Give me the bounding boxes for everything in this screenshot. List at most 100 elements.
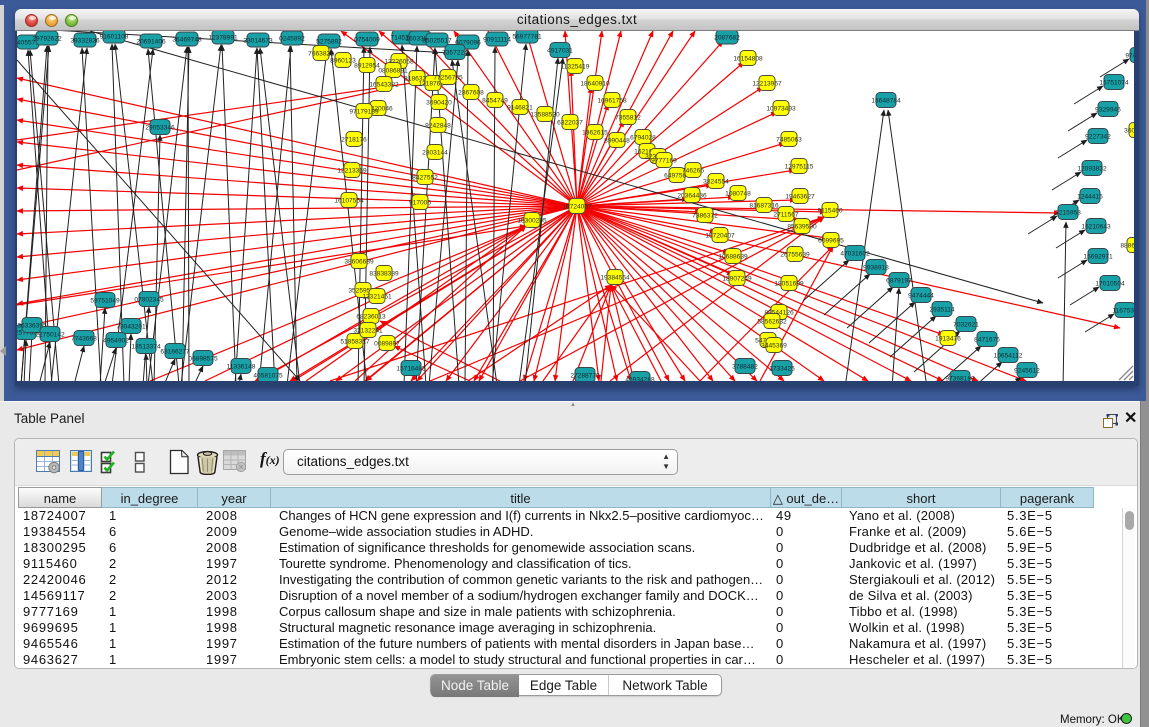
svg-text:18640910: 18640910: [580, 80, 610, 87]
svg-text:58562632: 58562632: [757, 318, 787, 325]
svg-text:26755639: 26755639: [780, 251, 810, 258]
svg-text:51858317: 51858317: [340, 338, 370, 345]
svg-text:2935114: 2935114: [929, 306, 955, 313]
svg-text:15720407: 15720407: [705, 232, 735, 239]
svg-text:11336148: 11336148: [227, 363, 256, 370]
svg-text:917006: 917006: [409, 199, 431, 206]
svg-text:2803144: 2803144: [422, 149, 448, 156]
svg-text:7355812: 7355812: [615, 114, 641, 121]
svg-text:8990448: 8990448: [604, 137, 630, 144]
svg-text:4954902: 4954902: [103, 337, 129, 344]
svg-text:2087682: 2087682: [714, 34, 740, 41]
svg-text:15716485: 15716485: [396, 365, 426, 372]
svg-text:9227342: 9227342: [1085, 133, 1111, 140]
svg-text:0754009: 0754009: [354, 36, 380, 43]
svg-text:18907249: 18907249: [722, 275, 752, 282]
svg-text:9242848: 9242848: [425, 122, 451, 129]
svg-text:18051699: 18051699: [774, 280, 804, 287]
svg-text:85025517: 85025517: [422, 37, 452, 44]
svg-text:40581075: 40581075: [253, 372, 283, 379]
svg-text:16107554: 16107554: [334, 197, 364, 204]
svg-text:29792622: 29792622: [32, 35, 62, 42]
svg-text:3445369: 3445369: [761, 342, 787, 349]
svg-text:15692971: 15692971: [1083, 253, 1113, 260]
svg-text:7663822: 7663822: [308, 50, 334, 57]
svg-text:29053346: 29053346: [145, 124, 175, 131]
svg-text:16648784: 16648784: [871, 97, 901, 104]
svg-text:91601108: 91601108: [100, 33, 129, 40]
svg-text:3690420: 3690420: [426, 99, 452, 106]
svg-text:3601444: 3601444: [1124, 127, 1134, 134]
svg-text:6794028: 6794028: [630, 134, 656, 141]
svg-text:33014673: 33014673: [243, 37, 273, 44]
svg-text:8454749: 8454749: [482, 97, 508, 104]
svg-text:18724007: 18724007: [562, 203, 592, 210]
svg-text:2718176: 2718176: [341, 136, 367, 143]
svg-text:0245892: 0245892: [279, 35, 305, 42]
svg-text:12093832: 12093832: [1077, 165, 1107, 172]
svg-text:20364436: 20364436: [677, 192, 707, 199]
svg-text:63166277: 63166277: [160, 348, 190, 355]
svg-text:9245612: 9245612: [1014, 367, 1040, 374]
svg-text:2711567: 2711567: [773, 211, 799, 218]
svg-text:13588520: 13588520: [530, 111, 560, 118]
svg-text:11325419: 11325419: [561, 63, 590, 70]
svg-text:7743668: 7743668: [71, 335, 97, 342]
svg-text:1913476: 1913476: [935, 335, 961, 342]
svg-text:9474444: 9474444: [908, 292, 934, 299]
svg-text:68236013: 68236013: [356, 313, 386, 320]
svg-text:12321461: 12321461: [362, 293, 392, 300]
svg-text:7485063: 7485063: [776, 136, 802, 143]
svg-text:9329946: 9329946: [1095, 106, 1121, 113]
svg-text:6879197: 6879197: [886, 277, 912, 284]
svg-text:8471676: 8471676: [974, 336, 1000, 343]
svg-text:5275892: 5275892: [316, 38, 342, 45]
svg-text:9777169: 9777169: [651, 157, 677, 164]
svg-text:88868917: 88868917: [1120, 242, 1134, 249]
svg-text:1733426: 1733426: [769, 365, 795, 372]
svg-text:18300295: 18300295: [517, 217, 547, 224]
svg-text:15751074: 15751074: [1099, 79, 1129, 86]
svg-text:1244415: 1244415: [1077, 193, 1103, 200]
svg-text:85639500: 85639500: [787, 223, 817, 230]
svg-text:16961758: 16961758: [597, 97, 627, 104]
svg-text:19384554: 19384554: [600, 274, 630, 281]
svg-text:12378991: 12378991: [208, 34, 238, 41]
svg-text:7357224: 7357224: [442, 49, 468, 56]
svg-text:36469748: 36469748: [172, 36, 202, 43]
svg-text:38606689: 38606689: [344, 258, 374, 265]
svg-text:9146821: 9146821: [507, 104, 533, 111]
svg-text:8427552: 8427552: [412, 174, 438, 181]
svg-text:10688639: 10688639: [718, 253, 748, 260]
svg-text:59751049: 59751049: [90, 297, 120, 304]
svg-text:46934288: 46934288: [625, 376, 655, 381]
svg-text:19463627: 19463627: [785, 193, 815, 200]
svg-text:20691406: 20691406: [136, 38, 166, 45]
svg-text:8912954: 8912954: [354, 62, 380, 69]
svg-text:73043201: 73043201: [116, 323, 146, 330]
svg-text:12975115: 12975115: [785, 163, 814, 170]
svg-text:90911114: 90911114: [483, 36, 511, 43]
svg-text:8960123: 8960123: [330, 57, 356, 64]
svg-text:12213369: 12213369: [337, 167, 367, 174]
svg-text:16154808: 16154808: [733, 55, 763, 62]
svg-text:97368180: 97368180: [945, 375, 975, 381]
svg-text:3215958: 3215958: [1055, 209, 1081, 216]
svg-text:10973493: 10973493: [766, 105, 796, 112]
svg-text:12213967: 12213967: [752, 80, 782, 87]
svg-text:77256785: 77256785: [433, 74, 463, 81]
svg-text:16543382: 16543382: [369, 81, 399, 88]
svg-text:83838389: 83838389: [369, 270, 399, 277]
svg-text:08086891: 08086891: [378, 67, 408, 74]
svg-text:3824554: 3824554: [703, 178, 729, 185]
svg-text:22750142: 22750142: [35, 331, 65, 338]
svg-text:97179189: 97179189: [349, 108, 379, 115]
svg-text:746266: 746266: [682, 167, 704, 174]
svg-text:3788482: 3788482: [732, 363, 758, 370]
svg-text:6099695: 6099695: [818, 237, 844, 244]
svg-text:4917031: 4917031: [547, 47, 573, 54]
svg-text:0089897: 0089897: [374, 340, 400, 347]
svg-text:81687316: 81687316: [749, 202, 779, 209]
svg-text:06898575: 06898575: [188, 355, 218, 362]
svg-text:32132241: 32132241: [353, 327, 383, 334]
